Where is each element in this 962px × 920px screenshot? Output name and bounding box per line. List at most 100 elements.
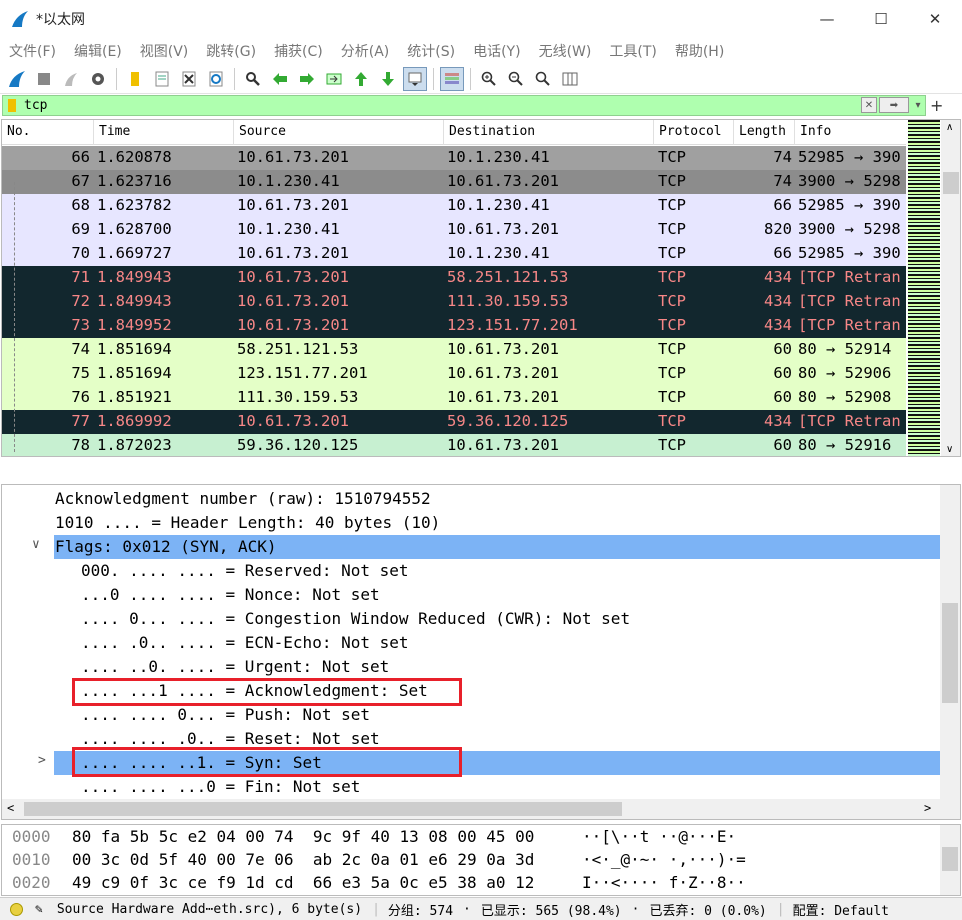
packet-row[interactable]: 73 1.849952 10.61.73.201 123.151.77.201 TCP 4…: [2, 314, 906, 338]
menu-item[interactable]: 文件(F): [9, 41, 66, 61]
packet-cell-dst: 10.61.73.201: [447, 220, 559, 238]
packet-row[interactable]: 72 1.849943 10.61.73.201 111.30.159.53 TCP 43…: [2, 290, 906, 314]
packet-row[interactable]: 68 1.623782 10.61.73.201 10.1.230.41 TCP 66 52…: [2, 194, 906, 218]
column-time[interactable]: Time: [99, 124, 130, 139]
expert-info-icon[interactable]: [10, 902, 23, 916]
maximize-button[interactable]: ☐: [854, 0, 908, 38]
expanded-arrow-icon[interactable]: ∨: [32, 537, 40, 552]
packet-row[interactable]: 70 1.669727 10.61.73.201 10.1.230.41 TCP 66 52…: [2, 242, 906, 266]
packet-row[interactable]: 69 1.628700 10.1.230.41 10.61.73.201 TCP 820 3…: [2, 218, 906, 242]
display-filter-input[interactable]: tcp: [24, 98, 47, 113]
bytes-vscrollbar[interactable]: [940, 825, 960, 895]
packet-row[interactable]: 77 1.869992 10.61.73.201 59.36.120.125 TCP 43…: [2, 410, 906, 434]
scroll-thumb[interactable]: [942, 847, 958, 871]
edit-icon[interactable]: ✎: [35, 902, 43, 917]
packet-row[interactable]: 76 1.851921 111.30.159.53 10.61.73.201 TCP 60…: [2, 386, 906, 410]
add-filter-button[interactable]: +: [930, 96, 943, 115]
minimize-button[interactable]: —: [800, 0, 854, 38]
scroll-down-icon[interactable]: ∨: [946, 444, 953, 455]
packet-row[interactable]: 75 1.851694 123.151.77.201 10.61.73.201 TCP 6…: [2, 362, 906, 386]
close-file-icon[interactable]: [177, 67, 201, 91]
packet-row[interactable]: 66 1.620878 10.61.73.201 10.1.230.41 TCP 74 52…: [2, 146, 906, 170]
scroll-right-icon[interactable]: >: [924, 801, 931, 815]
find-packet-icon[interactable]: [241, 67, 265, 91]
scroll-up-icon[interactable]: ∧: [946, 122, 953, 133]
autoscroll-icon[interactable]: [403, 66, 427, 91]
packet-row[interactable]: 74 1.851694 58.251.121.53 10.61.73.201 TCP 60…: [2, 338, 906, 362]
scroll-left-icon[interactable]: <: [7, 801, 14, 815]
colorize-icon[interactable]: [440, 66, 464, 91]
menu-item[interactable]: 跳转(G): [206, 41, 266, 61]
menu-item[interactable]: 工具(T): [609, 41, 666, 61]
close-button[interactable]: ✕: [908, 0, 962, 38]
details-vscrollbar[interactable]: [940, 485, 960, 799]
display-filter-bar[interactable]: tcp ✕ ➡ ▾: [2, 95, 926, 116]
go-last-icon[interactable]: [376, 67, 400, 91]
column-info[interactable]: Info: [800, 124, 831, 139]
status-packet-count: 分组: 574: [387, 903, 454, 919]
details-hscrollbar[interactable]: < >: [2, 799, 960, 819]
menu-item[interactable]: 分析(A): [341, 41, 400, 61]
bytes-hex: 00 3c 0d 5f 40 00 7e 06 ab 2c 0a 01 e6 2…: [72, 850, 535, 869]
packet-row[interactable]: 71 1.849943 10.61.73.201 58.251.121.53 TCP 43…: [2, 266, 906, 290]
zoom-reset-icon[interactable]: [531, 67, 555, 91]
column-no[interactable]: No.: [7, 124, 30, 139]
detail-row[interactable]: 000. .... .... = Reserved: Not set: [2, 559, 940, 583]
column-protocol[interactable]: Protocol: [659, 124, 722, 139]
menu-item[interactable]: 捕获(C): [274, 41, 333, 61]
apply-filter-icon[interactable]: ➡: [879, 97, 909, 113]
detail-row[interactable]: .... .... 0... = Push: Not set: [2, 703, 940, 727]
packet-cell-time: 1.669727: [97, 244, 172, 262]
packet-cell-len: 60: [773, 364, 792, 382]
scroll-thumb[interactable]: [24, 802, 622, 816]
packet-cell-len: 434: [764, 316, 792, 334]
column-length[interactable]: Length: [739, 124, 786, 139]
column-destination[interactable]: Destination: [449, 124, 535, 139]
packet-cell-src: 10.61.73.201: [237, 268, 349, 286]
detail-row[interactable]: 1010 .... = Header Length: 40 bytes (10): [2, 511, 940, 535]
detail-row[interactable]: ∨ Flags: 0x012 (SYN, ACK): [32, 535, 940, 559]
start-capture-icon[interactable]: [5, 67, 29, 91]
stop-capture-icon[interactable]: [32, 67, 56, 91]
packet-cell-info: 80 → 52906: [798, 364, 892, 382]
menu-item[interactable]: 无线(W): [539, 41, 602, 61]
packet-minimap[interactable]: [908, 120, 940, 456]
packet-row[interactable]: 78 1.872023 59.36.120.125 10.61.73.201 TCP 60…: [2, 434, 906, 456]
detail-row[interactable]: Acknowledgment number (raw): 1510794552: [2, 487, 940, 511]
menu-item[interactable]: 统计(S): [407, 41, 465, 61]
zoom-in-icon[interactable]: [477, 67, 501, 91]
menu-item[interactable]: 电话(Y): [473, 41, 530, 61]
detail-row[interactable]: .... .0.. .... = ECN-Echo: Not set: [2, 631, 940, 655]
packet-cell-len: 60: [773, 388, 792, 406]
scroll-thumb[interactable]: [942, 603, 958, 703]
detail-row[interactable]: .... 0... .... = Congestion Window Reduc…: [2, 607, 940, 631]
restart-capture-icon[interactable]: [59, 67, 83, 91]
detail-row[interactable]: ...0 .... .... = Nonce: Not set: [2, 583, 940, 607]
menu-item[interactable]: 帮助(H): [675, 41, 734, 61]
menu-item[interactable]: 视图(V): [140, 41, 199, 61]
status-profile[interactable]: 配置: Default: [793, 900, 889, 919]
filter-history-icon[interactable]: ▾: [911, 97, 925, 113]
go-forward-icon[interactable]: [295, 67, 319, 91]
go-back-icon[interactable]: [268, 67, 292, 91]
toolbar-divider: [470, 67, 471, 90]
collapsed-arrow-icon[interactable]: >: [38, 753, 46, 768]
detail-text: .... .... ...0 = Fin: Not set: [81, 777, 361, 796]
menu-item[interactable]: 编辑(E): [74, 41, 132, 61]
scroll-thumb[interactable]: [943, 172, 959, 194]
filter-bookmark-icon[interactable]: [8, 99, 16, 112]
clear-filter-icon[interactable]: ✕: [861, 97, 877, 113]
resize-columns-icon[interactable]: [558, 67, 582, 91]
go-first-icon[interactable]: [349, 67, 373, 91]
open-file-icon[interactable]: [123, 67, 147, 91]
save-file-icon[interactable]: [150, 67, 174, 91]
go-to-packet-icon[interactable]: [322, 67, 346, 91]
zoom-out-icon[interactable]: [504, 67, 528, 91]
detail-row[interactable]: .... .... ...0 = Fin: Not set: [2, 775, 940, 799]
detail-row[interactable]: .... ..0. .... = Urgent: Not set: [2, 655, 940, 679]
column-source[interactable]: Source: [239, 124, 286, 139]
capture-options-icon[interactable]: [86, 67, 110, 91]
reload-icon[interactable]: [204, 67, 228, 91]
packet-list-vscrollbar[interactable]: ∧ ∨: [941, 120, 960, 456]
packet-row[interactable]: 67 1.623716 10.1.230.41 10.61.73.201 TCP 74 39…: [2, 170, 906, 194]
